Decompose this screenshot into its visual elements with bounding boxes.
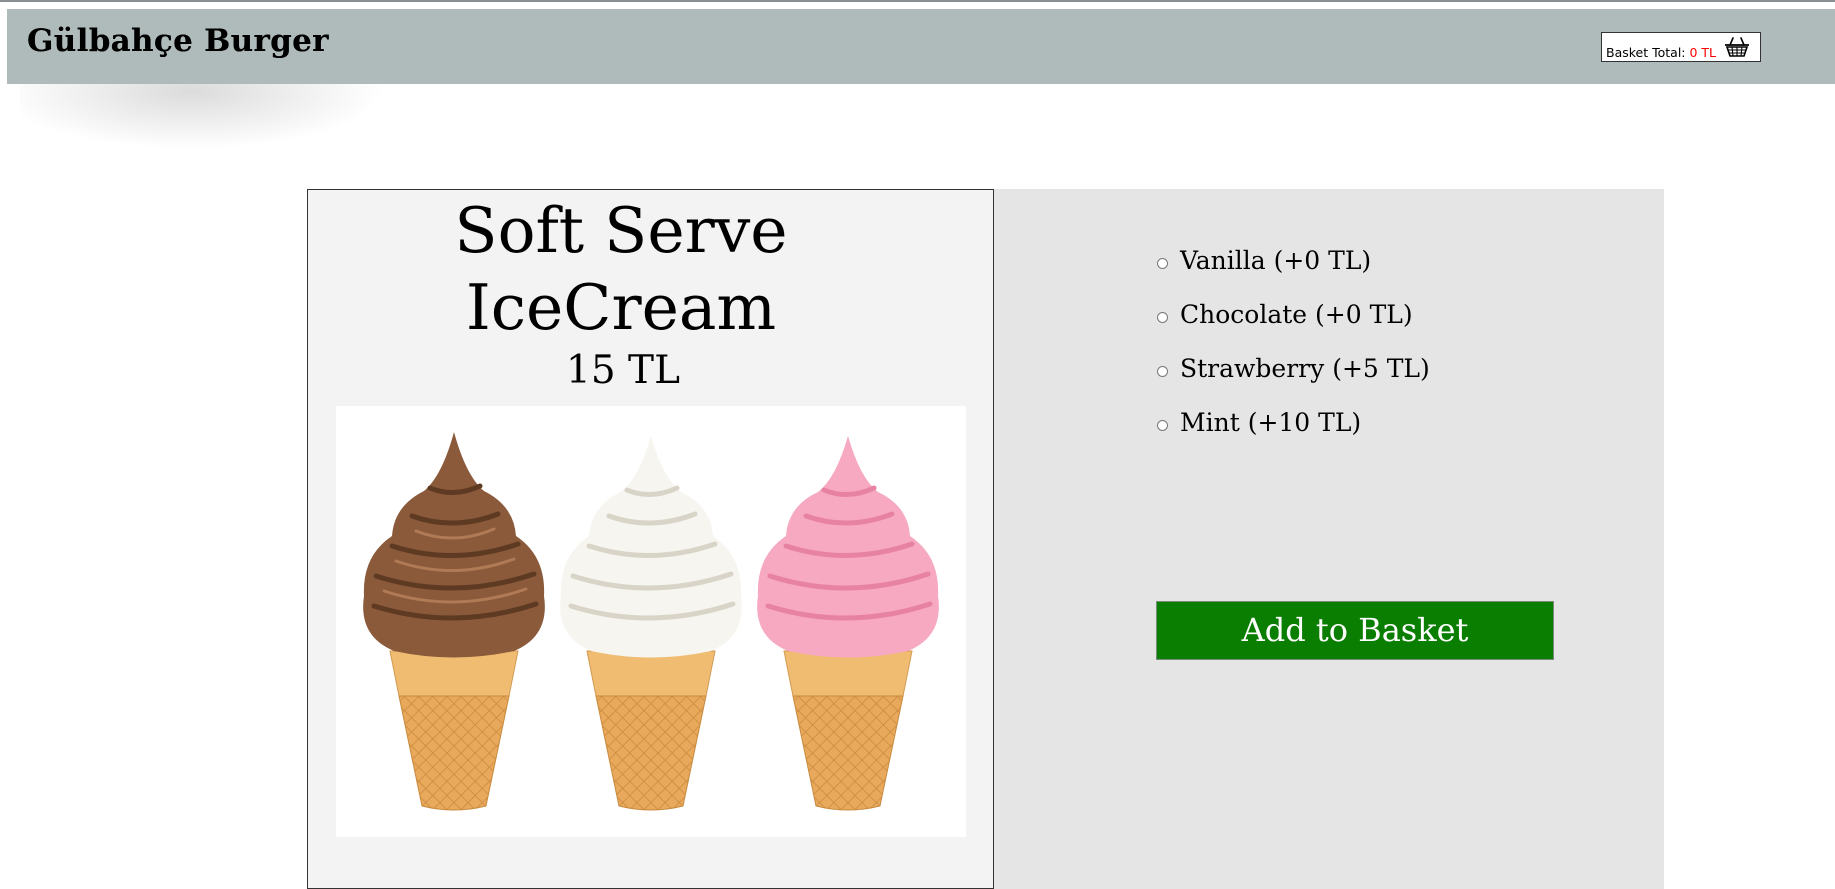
add-to-basket-button[interactable]: Add to Basket (1156, 601, 1554, 660)
option-chocolate[interactable]: Chocolate (+0 TL) (1157, 298, 1430, 352)
option-label: Mint (+10 TL) (1180, 408, 1362, 437)
site-header: Gülbahçe Burger Basket Total: 0 TL (7, 9, 1835, 84)
basket-label-group: Basket Total: 0 TL (1606, 45, 1716, 60)
option-label: Chocolate (+0 TL) (1180, 300, 1413, 329)
option-label: Strawberry (+5 TL) (1180, 354, 1430, 383)
basket-total-label: Basket Total: (1606, 45, 1690, 60)
option-mint[interactable]: Mint (+10 TL) (1157, 406, 1430, 460)
option-label: Vanilla (+0 TL) (1180, 246, 1372, 275)
option-vanilla[interactable]: Vanilla (+0 TL) (1157, 244, 1430, 298)
product-card: Soft Serve IceCream 15 TL (307, 189, 994, 889)
product-name: Soft Serve IceCream (454, 194, 788, 344)
product-price: 15 TL (566, 348, 680, 393)
option-strawberry[interactable]: Strawberry (+5 TL) (1157, 352, 1430, 406)
basket-total-value: 0 TL (1689, 45, 1717, 60)
basket-icon (1725, 37, 1749, 57)
basket-summary[interactable]: Basket Total: 0 TL (1601, 32, 1761, 62)
radio-vanilla[interactable] (1157, 258, 1168, 269)
radio-chocolate[interactable] (1157, 312, 1168, 323)
brand-shadow (20, 84, 400, 154)
radio-strawberry[interactable] (1157, 366, 1168, 377)
brand-title[interactable]: Gülbahçe Burger (27, 23, 329, 59)
top-border (0, 0, 1835, 8)
radio-mint[interactable] (1157, 420, 1168, 431)
product-image (336, 406, 966, 837)
flavor-options: Vanilla (+0 TL) Chocolate (+0 TL) Strawb… (1157, 244, 1430, 460)
